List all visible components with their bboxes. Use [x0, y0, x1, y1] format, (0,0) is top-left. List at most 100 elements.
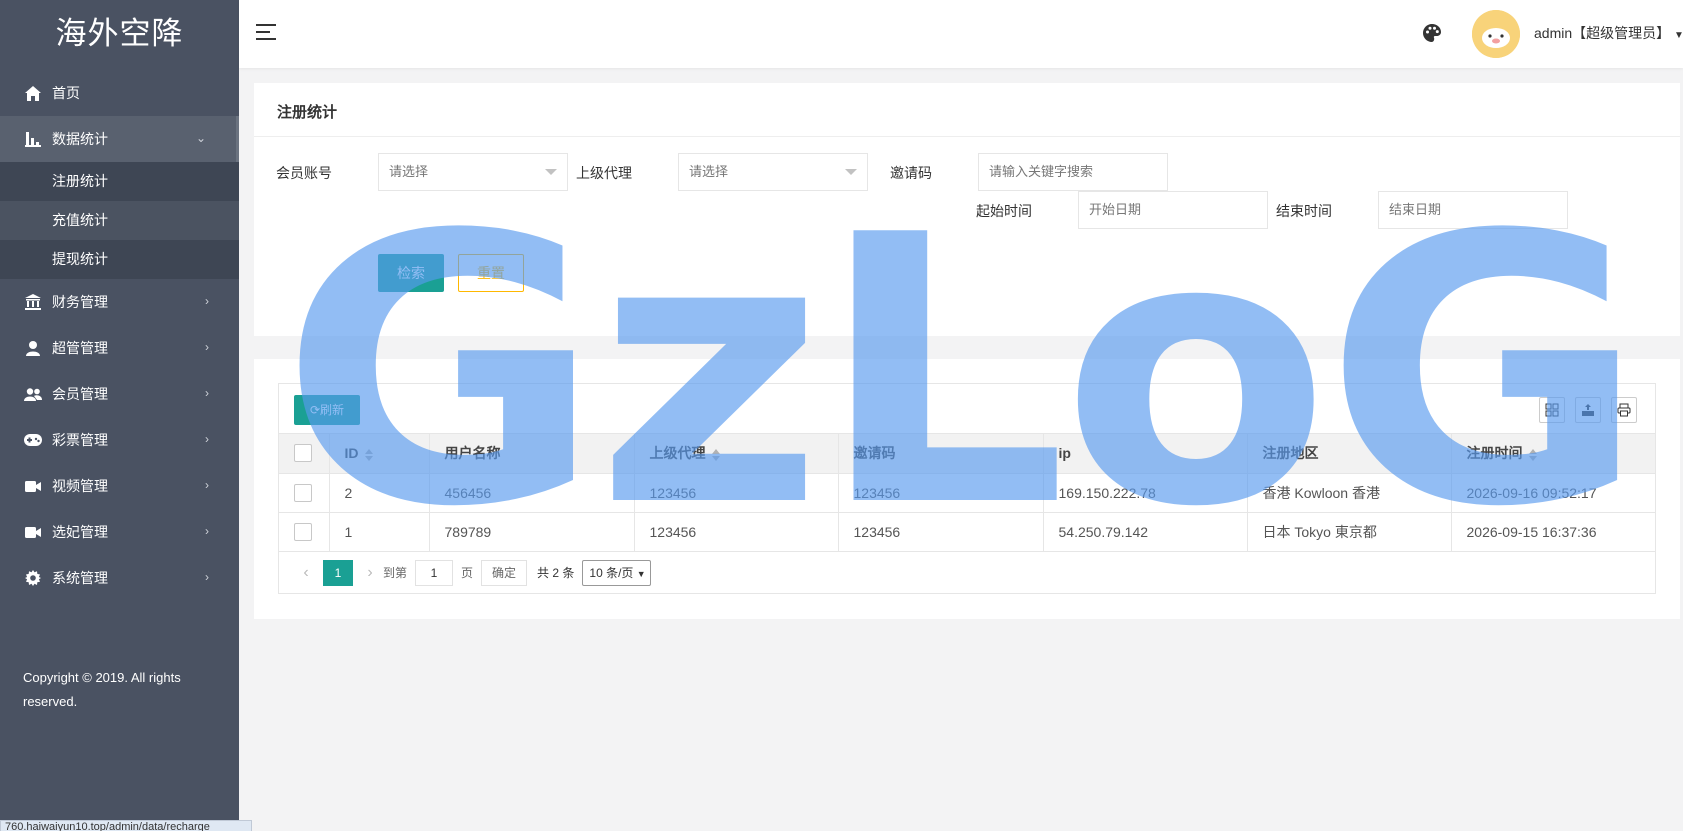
row-checkbox[interactable]: [294, 483, 312, 502]
registration-table: ID 用户名称 上级代理 邀请码 ip 注册地区 注册时间 2 456456 1…: [279, 434, 1655, 552]
refresh-icon: ⟳: [309, 403, 321, 417]
sidebar-item-admin[interactable]: 超管管理 ›: [0, 325, 239, 371]
cell-ip: 54.250.79.142: [1043, 512, 1248, 552]
sidebar-item-label: 系统管理: [52, 570, 108, 586]
page-title: 注册统计: [277, 104, 338, 121]
print-icon[interactable]: [1611, 397, 1637, 423]
next-page-icon[interactable]: ›: [357, 564, 383, 582]
divider: [254, 136, 1680, 137]
sidebar-item-finance[interactable]: 财务管理 ›: [0, 279, 239, 325]
agent-select[interactable]: 请选择: [678, 153, 868, 191]
top-header: admin【超级管理员】 ▼: [239, 0, 1683, 68]
column-label: 上级代理: [649, 445, 706, 462]
select-all-checkbox-cell[interactable]: [279, 434, 330, 474]
filter-panel: 注册统计 会员账号 请选择 上级代理 请选择 邀请码 请输入关键字搜索 起始时间…: [254, 83, 1680, 336]
page-current[interactable]: 1: [323, 559, 353, 586]
sort-icon[interactable]: [1528, 448, 1537, 461]
column-label: 注册时间: [1466, 445, 1523, 462]
invite-input[interactable]: 请输入关键字搜索: [978, 153, 1168, 191]
sort-icon[interactable]: [711, 448, 720, 461]
agent-label: 上级代理: [576, 165, 632, 181]
palette-icon[interactable]: [1423, 24, 1443, 44]
table-header-row: ID 用户名称 上级代理 邀请码 ip 注册地区 注册时间: [279, 434, 1655, 474]
sidebar-item-label: 财务管理: [52, 294, 108, 310]
sidebar-item-members[interactable]: 会员管理 ›: [0, 371, 239, 417]
member-select[interactable]: 请选择: [378, 153, 568, 191]
cell-id: 1: [329, 512, 430, 552]
column-label: 注册地区: [1262, 445, 1319, 462]
user-menu[interactable]: admin【超级管理员】 ▼: [1534, 23, 1683, 43]
column-header-agent[interactable]: 上级代理: [634, 434, 839, 474]
page-confirm-button[interactable]: 确定: [481, 559, 528, 586]
search-button[interactable]: 检索: [378, 254, 444, 292]
column-header-username: 用户名称: [429, 434, 635, 474]
cell-agent: 123456: [634, 473, 839, 513]
column-header-ip: ip: [1043, 434, 1248, 474]
gear-icon: [22, 569, 44, 587]
user-name: admin【超级管理员】: [1534, 25, 1671, 41]
sidebar-item-label: 彩票管理: [52, 432, 108, 448]
sidebar: 海外空降 首页 数据统计 ⌄ 注册统计 充值统计 提现统计 财务管理 › 超管管…: [0, 0, 239, 831]
chevron-right-icon: ›: [205, 294, 209, 308]
cell-time: 2026-09-15 16:37:36: [1451, 512, 1655, 552]
sidebar-subitem-withdraw-stats[interactable]: 提现统计: [0, 240, 239, 279]
refresh-label: 刷新: [320, 403, 345, 417]
end-date-input[interactable]: 结束日期: [1378, 191, 1568, 229]
chevron-right-icon: ›: [205, 340, 209, 354]
column-header-id[interactable]: ID: [329, 434, 430, 474]
page-size-value: 10 条/页: [589, 565, 634, 580]
sidebar-item-lottery[interactable]: 彩票管理 ›: [0, 417, 239, 463]
sidebar-submenu: 注册统计 充值统计 提现统计: [0, 162, 239, 279]
chevron-right-icon: ›: [205, 386, 209, 400]
export-icon[interactable]: [1575, 397, 1601, 423]
menu-toggle-icon[interactable]: [256, 24, 278, 42]
column-header-time[interactable]: 注册时间: [1451, 434, 1655, 474]
pagination: ‹ 1 › 到第 1 页 确定 共 2 条 10 条/页 ▼: [279, 552, 1655, 594]
refresh-button[interactable]: ⟳刷新: [294, 395, 360, 425]
gamepad-icon: [22, 431, 44, 449]
sidebar-item-data-stats[interactable]: 数据统计 ⌄: [0, 116, 239, 162]
select-all-checkbox[interactable]: [294, 444, 312, 463]
sidebar-item-system[interactable]: 系统管理 ›: [0, 555, 239, 601]
sort-icon[interactable]: [364, 448, 373, 461]
column-label: 邀请码: [853, 445, 896, 462]
video-camera-icon: [22, 523, 44, 541]
chevron-right-icon: ›: [205, 432, 209, 446]
row-checkbox-cell[interactable]: [279, 473, 330, 513]
end-time-label: 结束时间: [1276, 203, 1332, 219]
chevron-right-icon: ›: [205, 524, 209, 538]
sidebar-subitem-register-stats[interactable]: 注册统计: [0, 162, 239, 201]
sidebar-item-label: 数据统计: [52, 131, 108, 147]
table-row: 1 789789 123456 123456 54.250.79.142 日本 …: [279, 512, 1655, 552]
avatar[interactable]: [1472, 10, 1520, 58]
sidebar-item-concubine[interactable]: 选妃管理 ›: [0, 509, 239, 555]
chevron-down-icon: ▼: [1674, 30, 1683, 41]
table-toolbar: ⟳刷新: [279, 384, 1655, 434]
agent-select-placeholder: 请选择: [689, 164, 729, 179]
reset-button[interactable]: 重置: [458, 254, 524, 292]
column-header-invite: 邀请码: [838, 434, 1044, 474]
prev-page-icon[interactable]: ‹: [293, 564, 319, 582]
row-checkbox[interactable]: [294, 522, 312, 541]
columns-filter-icon[interactable]: [1539, 397, 1565, 423]
sidebar-subitem-recharge-stats[interactable]: 充值统计: [0, 201, 239, 240]
column-label: 用户名称: [444, 445, 501, 462]
sidebar-item-home[interactable]: 首页: [0, 70, 239, 116]
start-date-input[interactable]: 开始日期: [1078, 191, 1268, 229]
chevron-down-icon: ⌄: [195, 131, 206, 145]
cell-region: 香港 Kowloon 香港: [1247, 473, 1452, 513]
page-suffix: 页: [461, 566, 474, 580]
sidebar-item-label: 会员管理: [52, 386, 108, 402]
cell-invite: 123456: [838, 473, 1044, 513]
table-panel: ⟳刷新 ID 用户名称 上级代理 邀请码 ip 注册地区 注册时间 2 4564…: [254, 359, 1680, 619]
cell-invite: 123456: [838, 512, 1044, 552]
sidebar-item-videos[interactable]: 视频管理 ›: [0, 463, 239, 509]
copyright: Copyright © 2019. All rights reserved.: [23, 670, 181, 709]
page-number-input[interactable]: 1: [415, 559, 454, 586]
home-icon: [22, 84, 44, 102]
users-icon: [22, 385, 44, 403]
brand-logo: 海外空降: [55, 16, 184, 51]
row-checkbox-cell[interactable]: [279, 512, 330, 552]
member-label: 会员账号: [276, 165, 332, 181]
page-size-select[interactable]: 10 条/页 ▼: [582, 559, 651, 586]
